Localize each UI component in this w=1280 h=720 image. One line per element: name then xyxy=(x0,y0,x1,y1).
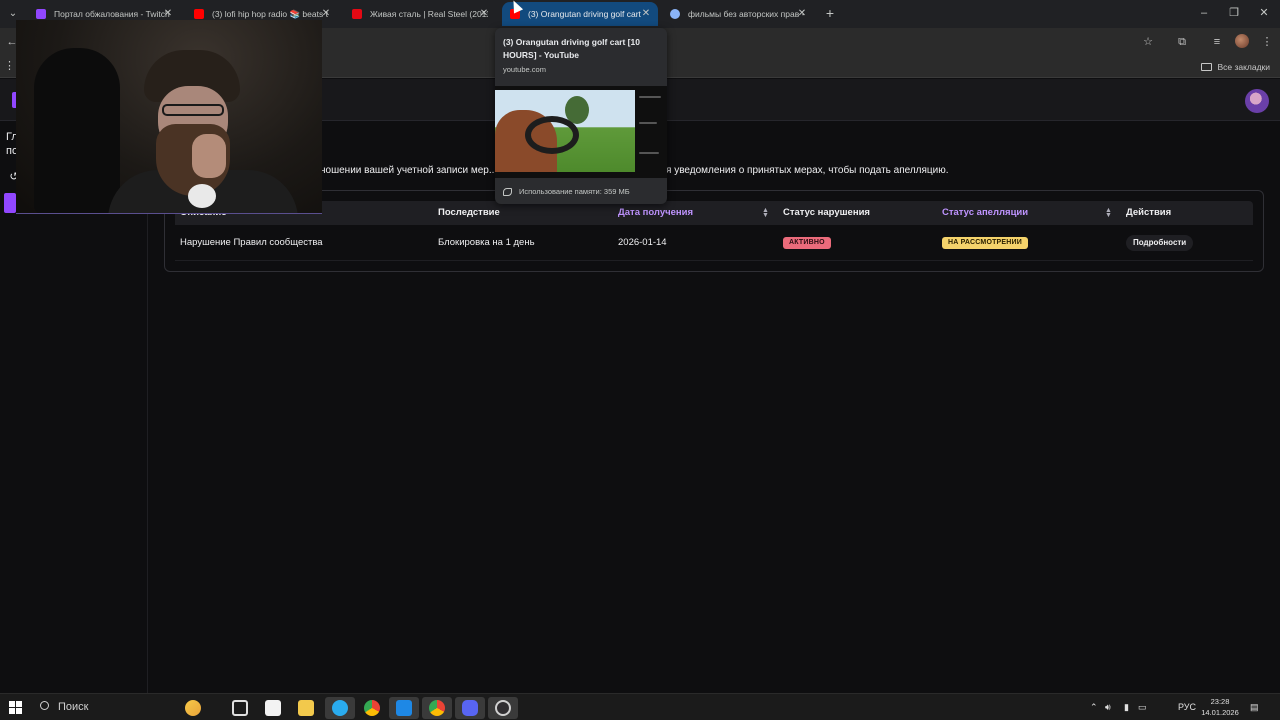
obs-button[interactable] xyxy=(488,697,518,719)
obs-icon xyxy=(495,700,511,716)
language-indicator[interactable]: РУС xyxy=(1178,700,1196,714)
tab-copyright-free-films[interactable]: фильмы без авторских прав - П ✕ xyxy=(662,2,814,26)
copilot-icon xyxy=(185,700,201,716)
media-controls-icon[interactable]: ≡ xyxy=(1209,34,1225,50)
preview-line xyxy=(639,96,661,98)
store-button[interactable] xyxy=(258,697,288,719)
preview-line xyxy=(639,122,657,124)
glasses xyxy=(162,104,224,116)
hover-card-domain: youtube.com xyxy=(503,65,546,74)
network-icon[interactable]: ▭ xyxy=(1138,700,1147,714)
header-violation-status: Статус нарушения xyxy=(783,207,870,218)
memory-usage-text: Использование памяти: 359 МБ xyxy=(519,187,630,196)
all-bookmarks-button[interactable]: Все закладки xyxy=(1201,60,1270,74)
telegram-button[interactable] xyxy=(325,697,355,719)
minimize-icon[interactable]: – xyxy=(1197,6,1211,20)
webcam-overlay xyxy=(16,20,322,214)
intro-text: ношении вашей учетной записи мер... xyxy=(320,165,498,176)
kinopoisk-favicon-icon xyxy=(352,9,362,19)
taskbar-clock[interactable]: 23:28 14.01.2026 xyxy=(1198,696,1242,718)
table-header-row: Описание Последствие Дата получения ▲▼ С… xyxy=(175,201,1253,225)
close-tab-icon[interactable]: ✕ xyxy=(478,2,490,26)
taskbar-search[interactable]: Поиск xyxy=(38,699,88,715)
tray-overflow-icon[interactable]: ⌃ xyxy=(1090,700,1098,714)
steering-wheel xyxy=(525,116,579,154)
sidebar-active-indicator[interactable] xyxy=(4,193,16,213)
cell-description: Нарушение Правил сообщества xyxy=(180,237,323,248)
tab-hover-card: (3) Orangutan driving golf cart [10 HOUR… xyxy=(495,28,667,204)
table-row: Нарушение Правил сообщества Блокировка н… xyxy=(175,225,1253,261)
notifications-icon[interactable]: ▤ xyxy=(1250,700,1259,714)
vscode-button[interactable] xyxy=(389,697,419,719)
discord-icon xyxy=(462,700,478,716)
tab-title: (3) Orangutan driving golf cart xyxy=(528,9,641,19)
header-consequence: Последствие xyxy=(438,207,500,218)
clock-date: 14.01.2026 xyxy=(1201,708,1239,717)
chrome-icon xyxy=(429,700,445,716)
vscode-icon xyxy=(396,700,412,716)
volume-icon[interactable]: 🔊︎ xyxy=(1105,700,1111,714)
telegram-icon xyxy=(332,700,348,716)
header-received-date[interactable]: Дата получения xyxy=(618,201,693,225)
tab-title: фильмы без авторских прав - П xyxy=(688,9,806,19)
memory-saver-icon xyxy=(503,188,512,196)
all-bookmarks-label: Все закладки xyxy=(1217,62,1270,72)
sort-icon[interactable]: ▲ ▼ xyxy=(762,207,769,219)
chrome-profile-button[interactable] xyxy=(422,697,452,719)
streamer-hand xyxy=(192,134,226,178)
hover-card-thumbnail xyxy=(495,86,667,178)
sort-icon[interactable]: ▲ ▼ xyxy=(1105,207,1112,219)
folder-icon xyxy=(298,700,314,716)
chrome-icon xyxy=(364,700,380,716)
preview-line xyxy=(639,152,659,154)
youtube-favicon-icon xyxy=(194,9,204,19)
close-window-icon[interactable]: ✕ xyxy=(1257,6,1271,20)
microphone-icon[interactable]: ▮ xyxy=(1124,700,1129,714)
google-favicon-icon xyxy=(670,9,680,19)
details-button[interactable]: Подробности xyxy=(1126,235,1194,251)
task-view-button[interactable] xyxy=(225,697,255,719)
tab-orangutan-video[interactable]: (3) Orangutan driving golf cart ✕ xyxy=(502,2,658,26)
microsoft-store-icon xyxy=(265,700,281,716)
bookmark-star-icon[interactable]: ☆ xyxy=(1140,34,1156,50)
windows-taskbar: Поиск ⌃ 🔊︎ ▮ ▭ РУС 23:28 14.01.2026 ▤ xyxy=(0,693,1280,720)
folder-icon xyxy=(1201,63,1213,71)
cell-consequence: Блокировка на 1 день xyxy=(438,237,535,248)
enforcement-table: Описание Последствие Дата получения ▲▼ С… xyxy=(164,190,1264,272)
restore-icon[interactable]: ❐ xyxy=(1227,6,1241,20)
intro-text-continued: я уведомления о принятых мерах, чтобы по… xyxy=(666,165,949,176)
cell-received-date: 2026-01-14 xyxy=(618,237,667,248)
extensions-puzzle-icon[interactable]: ⧉ xyxy=(1174,34,1190,50)
profile-avatar[interactable] xyxy=(1235,34,1249,48)
windows-start-icon[interactable] xyxy=(9,701,22,714)
user-avatar[interactable] xyxy=(1245,89,1269,113)
header-actions: Действия xyxy=(1126,207,1172,218)
new-tab-button[interactable]: + xyxy=(822,4,838,22)
memory-usage: Использование памяти: 359 МБ xyxy=(503,187,630,197)
video-preview-image xyxy=(495,90,635,172)
clock-time: 23:28 xyxy=(1210,697,1230,706)
appeal-status-badge: НА РАССМОТРЕНИИ xyxy=(942,237,1029,249)
search-icon xyxy=(40,701,49,710)
preview-sidebar xyxy=(637,90,665,172)
violation-status-badge: АКТИВНО xyxy=(783,237,831,249)
search-label: Поиск xyxy=(58,701,89,713)
browser-menu-icon[interactable]: ⋮ xyxy=(1259,34,1275,50)
hover-card-title: (3) Orangutan driving golf cart [10 HOUR… xyxy=(503,37,640,60)
close-tab-icon[interactable]: ✕ xyxy=(796,2,808,26)
close-tab-icon[interactable]: ✕ xyxy=(640,2,652,26)
task-view-icon xyxy=(232,700,248,716)
chrome-button[interactable] xyxy=(357,697,387,719)
discord-button[interactable] xyxy=(455,697,485,719)
tab-real-steel[interactable]: Живая сталь | Real Steel (2011) ✕ xyxy=(344,2,496,26)
file-explorer-button[interactable] xyxy=(291,697,321,719)
header-appeal-status[interactable]: Статус апелляции xyxy=(942,201,1028,225)
tab-title: Живая сталь | Real Steel (2011) xyxy=(370,9,488,19)
gaming-chair xyxy=(34,48,120,213)
twitch-favicon-icon xyxy=(36,9,46,19)
copilot-button[interactable] xyxy=(178,697,208,719)
microphone xyxy=(188,184,216,208)
